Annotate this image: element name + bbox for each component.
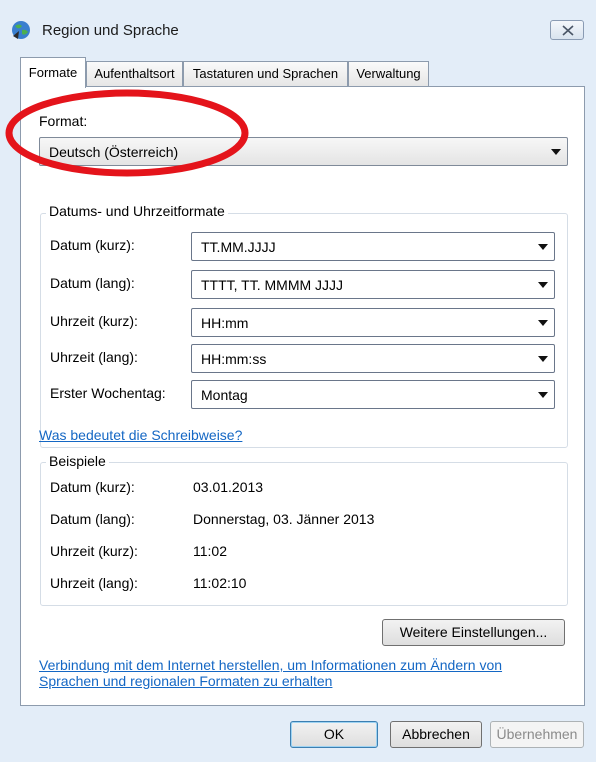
internet-info-link[interactable]: Verbindung mit dem Internet herstellen, … — [39, 657, 502, 689]
datetime-formats-title: Datums- und Uhrzeitformate — [46, 203, 228, 219]
tab-verwaltung[interactable]: Verwaltung — [348, 61, 429, 86]
example-long-date-value: Donnerstag, 03. Jänner 2013 — [193, 511, 375, 527]
tab-label: Aufenthaltsort — [94, 66, 175, 81]
internet-link-line2: Sprachen und regionalen Formaten zu erha… — [39, 673, 333, 689]
ok-label: OK — [323, 726, 345, 742]
format-value: Deutsch (Österreich) — [49, 144, 179, 160]
example-long-date-label: Datum (lang): — [50, 511, 135, 527]
long-time-label: Uhrzeit (lang): — [50, 349, 138, 365]
window-title: Region und Sprache — [42, 22, 179, 39]
tab-aufenthaltsort[interactable]: Aufenthaltsort — [86, 61, 183, 86]
chevron-down-icon — [538, 282, 548, 288]
chevron-down-icon — [538, 244, 548, 250]
example-short-time-value: 11:02 — [193, 543, 227, 559]
example-short-time-label: Uhrzeit (kurz): — [50, 543, 138, 559]
tab-label: Verwaltung — [356, 66, 421, 81]
chevron-down-icon — [551, 149, 561, 155]
more-settings-label: Weitere Einstellungen... — [399, 624, 548, 640]
short-time-dropdown[interactable]: HH:mm — [191, 308, 555, 337]
long-time-dropdown[interactable]: HH:mm:ss — [191, 344, 555, 373]
close-icon — [562, 25, 574, 36]
long-time-value: HH:mm:ss — [201, 351, 267, 367]
examples-title: Beispiele — [46, 453, 109, 469]
long-date-value: TTTT, TT. MMMM JJJJ — [201, 277, 344, 293]
apply-label: Übernehmen — [496, 726, 578, 742]
chevron-down-icon — [538, 320, 548, 326]
short-date-label: Datum (kurz): — [50, 237, 135, 253]
format-label: Format: — [39, 113, 88, 129]
first-weekday-dropdown[interactable]: Montag — [191, 380, 555, 409]
short-time-value: HH:mm — [201, 315, 249, 331]
tab-tastaturen-und-sprachen[interactable]: Tastaturen und Sprachen — [183, 61, 348, 86]
short-date-value: TT.MM.JJJJ — [201, 239, 276, 255]
apply-button[interactable]: Übernehmen — [490, 721, 584, 748]
chevron-down-icon — [538, 356, 548, 362]
long-date-dropdown[interactable]: TTTT, TT. MMMM JJJJ — [191, 270, 555, 299]
tab-panel-formate: Format: Deutsch (Österreich) Datums- und… — [20, 86, 585, 706]
region-language-dialog: Region und Sprache Formate Aufenthaltsor… — [0, 0, 596, 762]
chevron-down-icon — [538, 392, 548, 398]
short-date-dropdown[interactable]: TT.MM.JJJJ — [191, 232, 555, 261]
globe-icon — [10, 19, 34, 41]
first-weekday-value: Montag — [201, 387, 248, 403]
example-short-date-value: 03.01.2013 — [193, 479, 264, 495]
example-short-date-label: Datum (kurz): — [50, 479, 135, 495]
tab-label: Tastaturen und Sprachen — [192, 66, 339, 81]
cancel-button[interactable]: Abbrechen — [390, 721, 482, 748]
notation-help-link[interactable]: Was bedeutet die Schreibweise? — [39, 427, 242, 443]
ok-button[interactable]: OK — [290, 721, 378, 748]
tab-formate[interactable]: Formate — [20, 57, 86, 88]
tab-label: Formate — [28, 65, 78, 80]
more-settings-button[interactable]: Weitere Einstellungen... — [382, 619, 565, 646]
cancel-label: Abbrechen — [402, 726, 470, 742]
example-long-time-value: 11:02:10 — [193, 575, 247, 591]
close-button[interactable] — [550, 20, 584, 40]
short-time-label: Uhrzeit (kurz): — [50, 313, 138, 329]
first-weekday-label: Erster Wochentag: — [50, 385, 166, 401]
internet-link-line1: Verbindung mit dem Internet herstellen, … — [39, 657, 503, 673]
long-date-label: Datum (lang): — [50, 275, 135, 291]
example-long-time-label: Uhrzeit (lang): — [50, 575, 138, 591]
format-dropdown[interactable]: Deutsch (Österreich) — [39, 137, 568, 166]
title-bar: Region und Sprache — [0, 0, 596, 56]
